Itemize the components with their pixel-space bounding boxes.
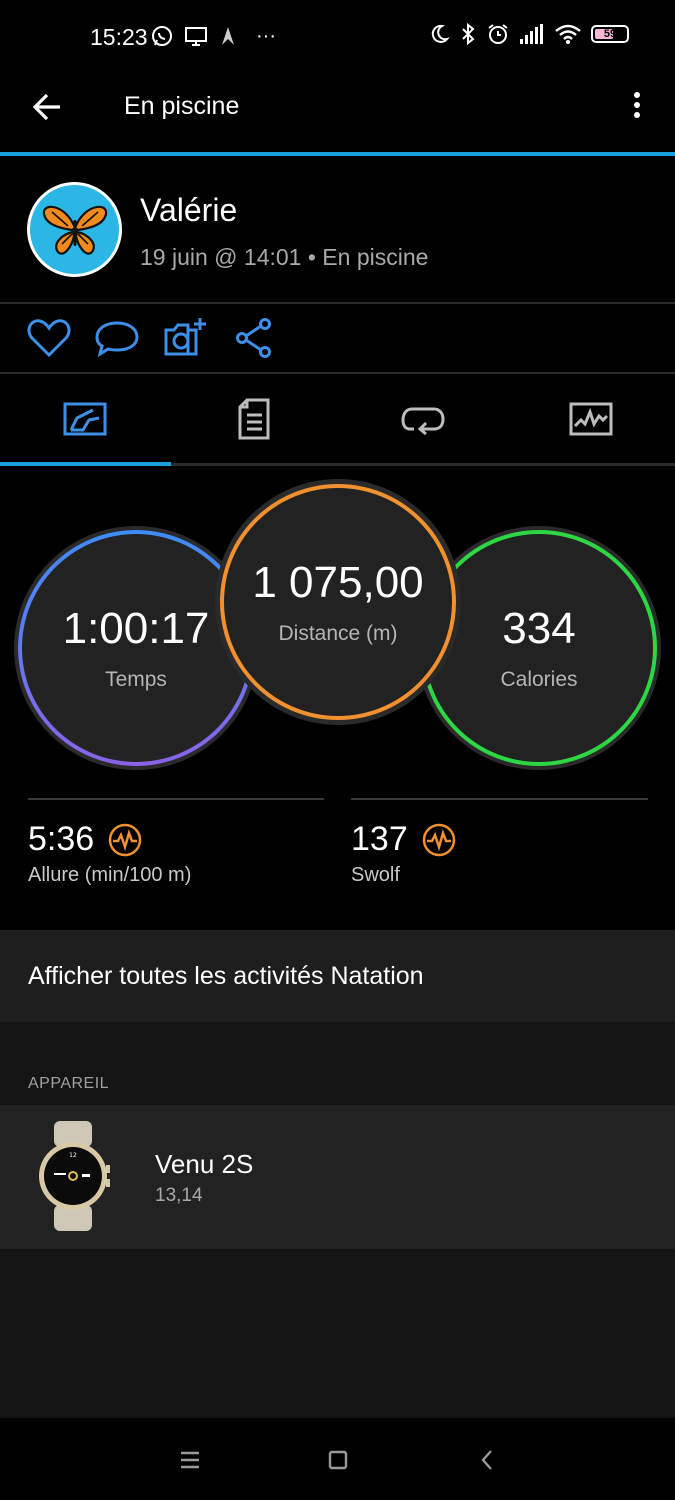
- more-vertical-icon: [634, 92, 640, 118]
- distance-value: 1 075,00: [252, 558, 424, 607]
- calories-label: Calories: [500, 668, 578, 691]
- svg-text:12: 12: [69, 1152, 77, 1159]
- system-back-button[interactable]: [474, 1446, 502, 1474]
- page-title: En piscine: [124, 92, 240, 120]
- distance-stat: 1 075,00 Distance (m): [220, 484, 456, 720]
- activity-date-type: 19 juin @ 14:01 • En piscine: [140, 244, 429, 270]
- section-header: APPAREIL: [28, 1075, 110, 1092]
- activity-icon: [222, 27, 234, 45]
- screen-cast-icon: [185, 27, 207, 46]
- calories-stat: 334 Calories: [421, 530, 657, 766]
- moon-icon: [431, 24, 450, 43]
- document-icon: [238, 398, 269, 440]
- signal-icon: [520, 24, 543, 44]
- whatsapp-icon: [152, 26, 172, 46]
- device-row[interactable]: 12 Venu 2S 13,14: [0, 1105, 675, 1249]
- activity-tabs: [0, 374, 675, 466]
- divider: [351, 798, 648, 800]
- pace-value: 5:36: [28, 820, 95, 858]
- share-icon: [236, 318, 271, 358]
- camera-add-icon: [164, 318, 206, 356]
- heart-icon: [27, 319, 71, 358]
- tab-charts[interactable]: [506, 374, 675, 464]
- like-button[interactable]: [26, 316, 72, 360]
- system-nav-bar: [0, 1418, 675, 1500]
- all-activities-label: Afficher toutes les activités Natation: [28, 962, 424, 990]
- device-version: 13,14: [155, 1185, 203, 1206]
- back-button[interactable]: [28, 86, 70, 128]
- more-notifications-icon: ···: [256, 24, 276, 47]
- chart-icon: [569, 402, 612, 436]
- arrow-back-icon: [32, 93, 60, 121]
- wifi-icon: [555, 24, 581, 44]
- swolf-metric: 137: [351, 820, 456, 859]
- comment-button[interactable]: [94, 316, 140, 360]
- all-activities-link[interactable]: Afficher toutes les activités Natation: [0, 930, 675, 1022]
- status-time: 15:23: [90, 24, 148, 50]
- time-stat: 1:00:17 Temps: [18, 530, 254, 766]
- time-label: Temps: [105, 668, 167, 691]
- comment-icon: [95, 321, 139, 358]
- swolf-value: 137: [351, 820, 408, 858]
- avatar[interactable]: [27, 182, 122, 277]
- activity-header: Valérie 19 juin @ 14:01 • En piscine: [0, 156, 675, 302]
- swolf-label: Swolf: [351, 864, 400, 886]
- home-button[interactable]: [324, 1446, 352, 1474]
- alarm-icon: [488, 24, 508, 44]
- pace-metric: 5:36: [28, 820, 142, 859]
- share-button[interactable]: [232, 316, 278, 360]
- time-value: 1:00:17: [62, 604, 210, 653]
- watch-icon: 12: [39, 1121, 110, 1231]
- square-icon: [328, 1450, 348, 1470]
- overview-icon: [63, 402, 106, 436]
- overflow-menu-button[interactable]: [623, 86, 651, 128]
- menu-icon: [181, 1451, 199, 1469]
- bluetooth-icon: [462, 22, 475, 46]
- pulse-icon: [108, 823, 142, 856]
- divider: [171, 463, 675, 466]
- active-tab-indicator: [0, 462, 171, 466]
- distance-label: Distance (m): [278, 622, 398, 645]
- butterfly-icon: [42, 205, 107, 255]
- social-actions: [0, 304, 675, 372]
- add-photo-button[interactable]: [162, 316, 208, 360]
- battery-icon: 59: [591, 25, 629, 43]
- divider: [28, 798, 324, 800]
- status-bar: 15:23 ··· 59: [0, 0, 675, 76]
- user-name: Valérie: [140, 192, 238, 228]
- pulse-icon: [422, 823, 455, 856]
- device-name: Venu 2S: [155, 1149, 254, 1179]
- pace-label: Allure (min/100 m): [28, 864, 192, 886]
- tab-details[interactable]: [169, 374, 338, 464]
- chevron-left-icon: [481, 1450, 492, 1470]
- app-bar: En piscine: [0, 76, 675, 154]
- tab-overview[interactable]: [0, 374, 169, 464]
- calories-value: 334: [502, 604, 576, 653]
- recents-button[interactable]: [176, 1446, 204, 1474]
- laps-icon: [400, 407, 445, 435]
- tab-laps[interactable]: [338, 374, 507, 464]
